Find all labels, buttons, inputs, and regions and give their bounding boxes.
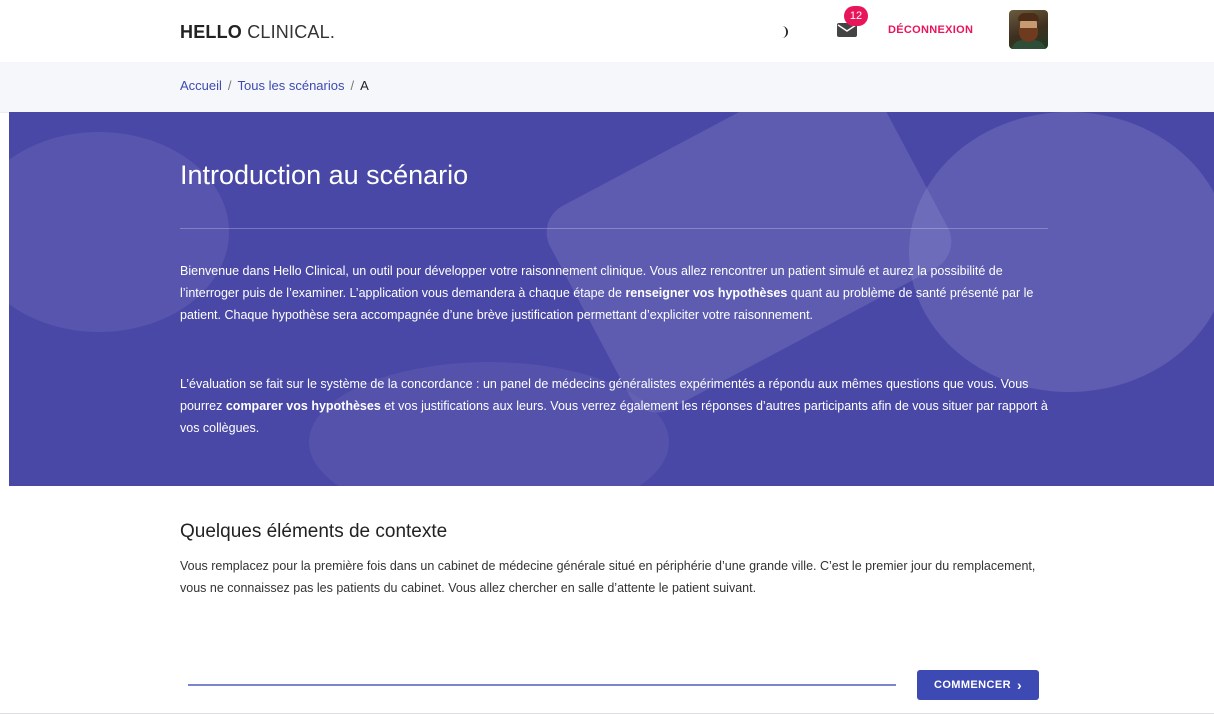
logout-button[interactable]: DÉCONNEXION: [888, 24, 973, 36]
hero-divider: [180, 228, 1048, 229]
moon-icon[interactable]: [778, 25, 792, 39]
context-heading: Quelques éléments de contexte: [180, 521, 448, 542]
logo-rest-text: CLINICAL.: [242, 22, 336, 42]
breadcrumb-home-link[interactable]: Accueil: [180, 78, 222, 93]
top-navbar: HELLO CLINICAL. 12 DÉCONNEXION: [0, 0, 1214, 62]
breadcrumb: Accueil / Tous les scénarios / A: [180, 78, 369, 93]
context-paragraph: Vous remplacez pour la première fois dan…: [180, 559, 1036, 595]
breadcrumb-separator: /: [227, 78, 232, 93]
app-logo[interactable]: HELLO CLINICAL.: [180, 22, 335, 43]
intro-paragraph-2: L’évaluation se fait sur le système de l…: [180, 373, 1050, 439]
progress-line: [188, 684, 896, 686]
chevron-right-icon: ›: [1016, 677, 1022, 693]
hero-background-shape: [909, 112, 1214, 392]
mail-count-badge: 12: [844, 6, 868, 26]
logo-bold-text: HELLO: [180, 22, 242, 42]
intro-p1-bold: renseigner vos hypothèses: [625, 286, 788, 300]
start-button-label: COMMENCER: [934, 679, 1011, 691]
breadcrumb-current: A: [360, 78, 369, 93]
breadcrumb-separator: /: [350, 78, 355, 93]
avatar-hair: [1018, 13, 1039, 21]
footer-divider: [0, 713, 1214, 714]
intro-p2-bold: comparer vos hypothèses: [225, 399, 381, 413]
avatar[interactable]: [1009, 10, 1048, 49]
breadcrumb-all-scenarios-link[interactable]: Tous les scénarios: [238, 78, 345, 93]
intro-paragraph-1: Bienvenue dans Hello Clinical, un outil …: [180, 260, 1050, 326]
page-title: Introduction au scénario: [180, 160, 469, 190]
start-button[interactable]: COMMENCER ›: [917, 670, 1039, 700]
